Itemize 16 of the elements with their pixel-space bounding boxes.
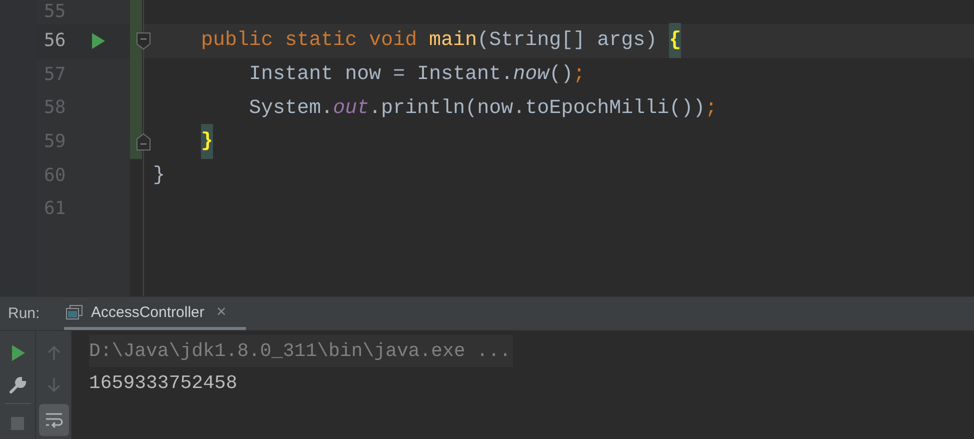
line-number: 56 bbox=[43, 30, 67, 52]
code-line: System.out.println(now.toEpochMilli()); bbox=[248, 96, 718, 122]
code-line: } bbox=[153, 163, 166, 190]
soft-wrap-icon[interactable] bbox=[44, 412, 62, 428]
console-icon bbox=[66, 304, 83, 320]
code-line: } bbox=[153, 125, 214, 159]
console-output: 1659333752458 bbox=[89, 371, 238, 396]
fold-icon[interactable] bbox=[136, 132, 151, 151]
run-tab[interactable]: AccessController × bbox=[64, 297, 246, 330]
code-line: public static void main(String[] args) { bbox=[153, 24, 682, 58]
fold-icon[interactable] bbox=[136, 32, 151, 50]
code-line: Instant now = Instant.now(); bbox=[248, 62, 586, 88]
run-icon[interactable] bbox=[10, 345, 24, 361]
wrench-icon[interactable] bbox=[8, 376, 26, 394]
run-icon[interactable] bbox=[91, 32, 105, 49]
panel-label: Run: bbox=[8, 305, 41, 322]
